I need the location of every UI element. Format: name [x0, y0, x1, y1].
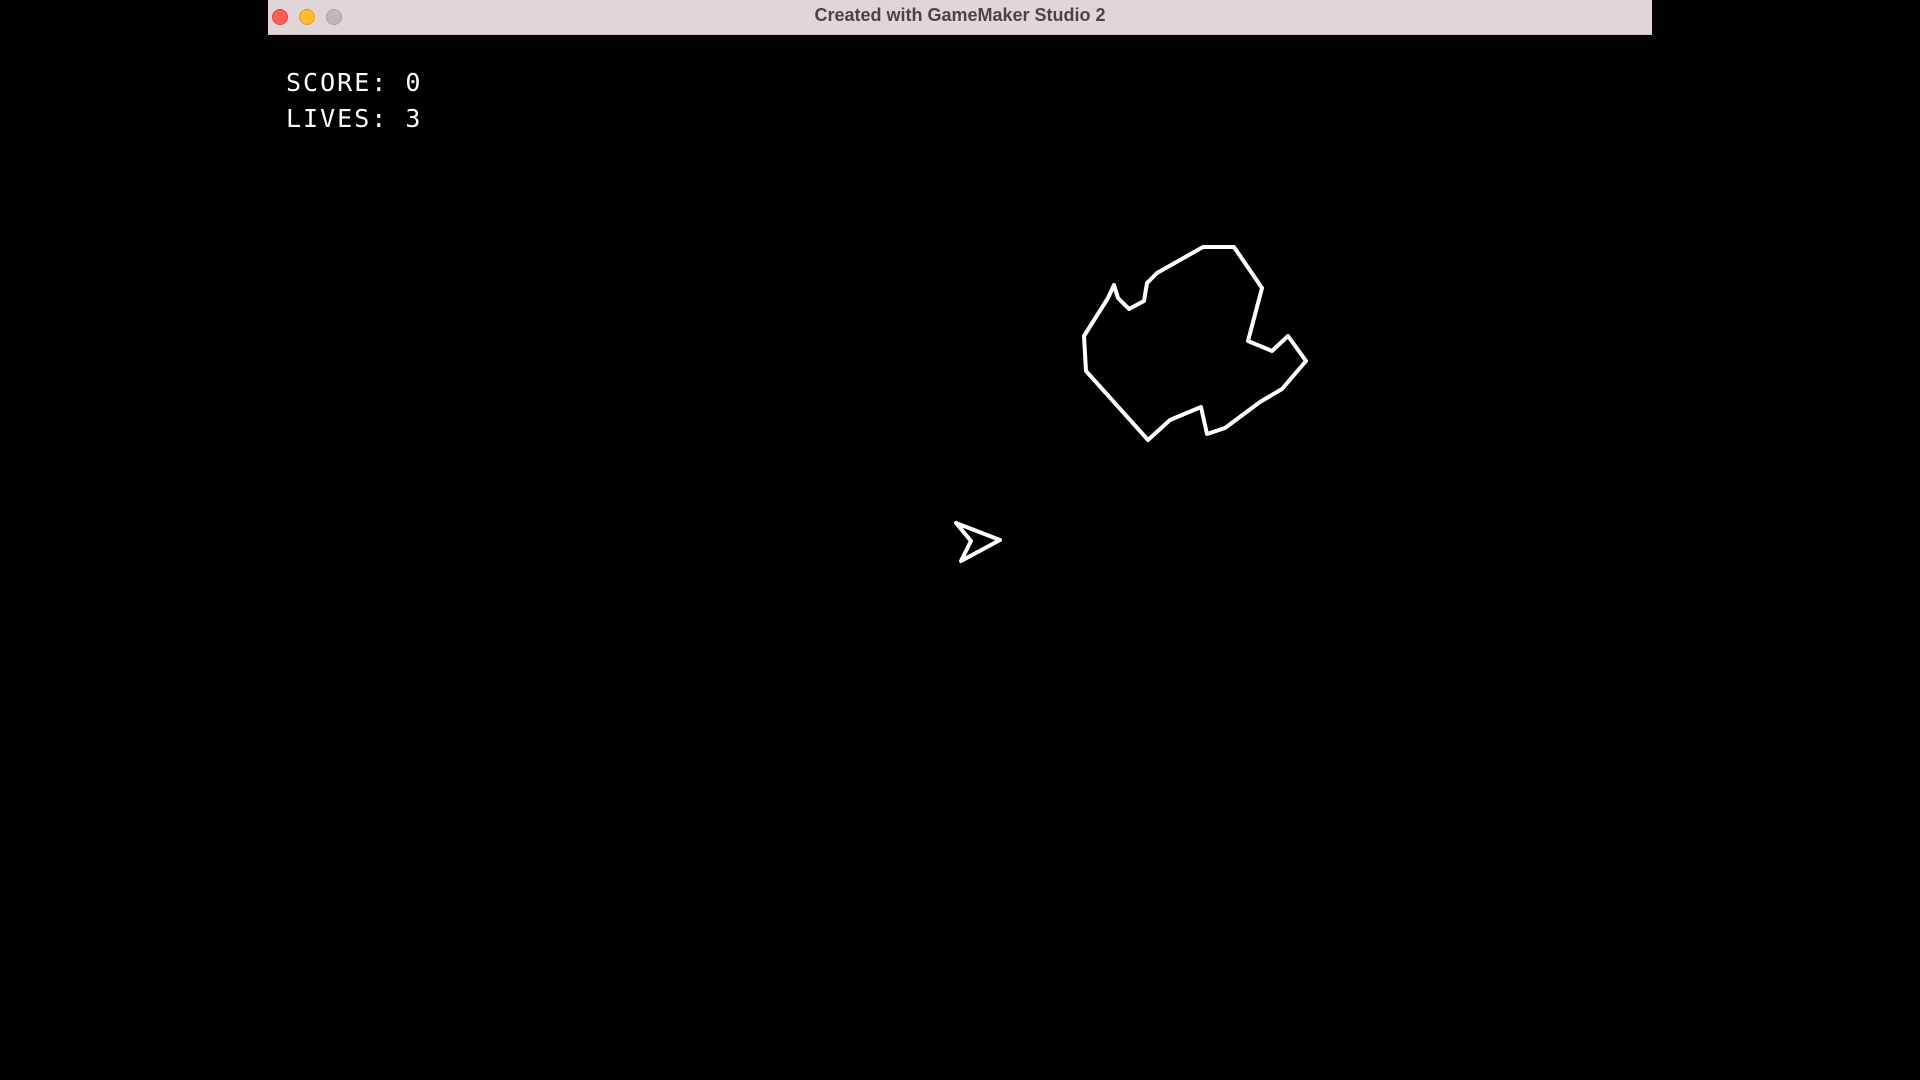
score-value: 0 — [405, 68, 423, 97]
window-title: Created with GameMaker Studio 2 — [814, 5, 1106, 25]
asteroid — [1082, 245, 1308, 442]
lives-row: LIVES: 3 — [286, 101, 422, 137]
score-row: SCORE: 0 — [286, 65, 422, 101]
game-canvas[interactable]: SCORE: 0 LIVES: 3 — [268, 35, 1652, 1080]
window-titlebar[interactable]: Created with GameMaker Studio 2 — [268, 0, 1652, 35]
hud: SCORE: 0 LIVES: 3 — [286, 65, 422, 137]
game-scene — [954, 245, 1308, 563]
lives-label: LIVES: — [286, 104, 389, 133]
lives-value: 3 — [405, 104, 423, 133]
game-window: Created with GameMaker Studio 2 SCORE: 0… — [268, 0, 1652, 1080]
player-ship — [954, 521, 1002, 563]
score-label: SCORE: — [286, 68, 389, 97]
